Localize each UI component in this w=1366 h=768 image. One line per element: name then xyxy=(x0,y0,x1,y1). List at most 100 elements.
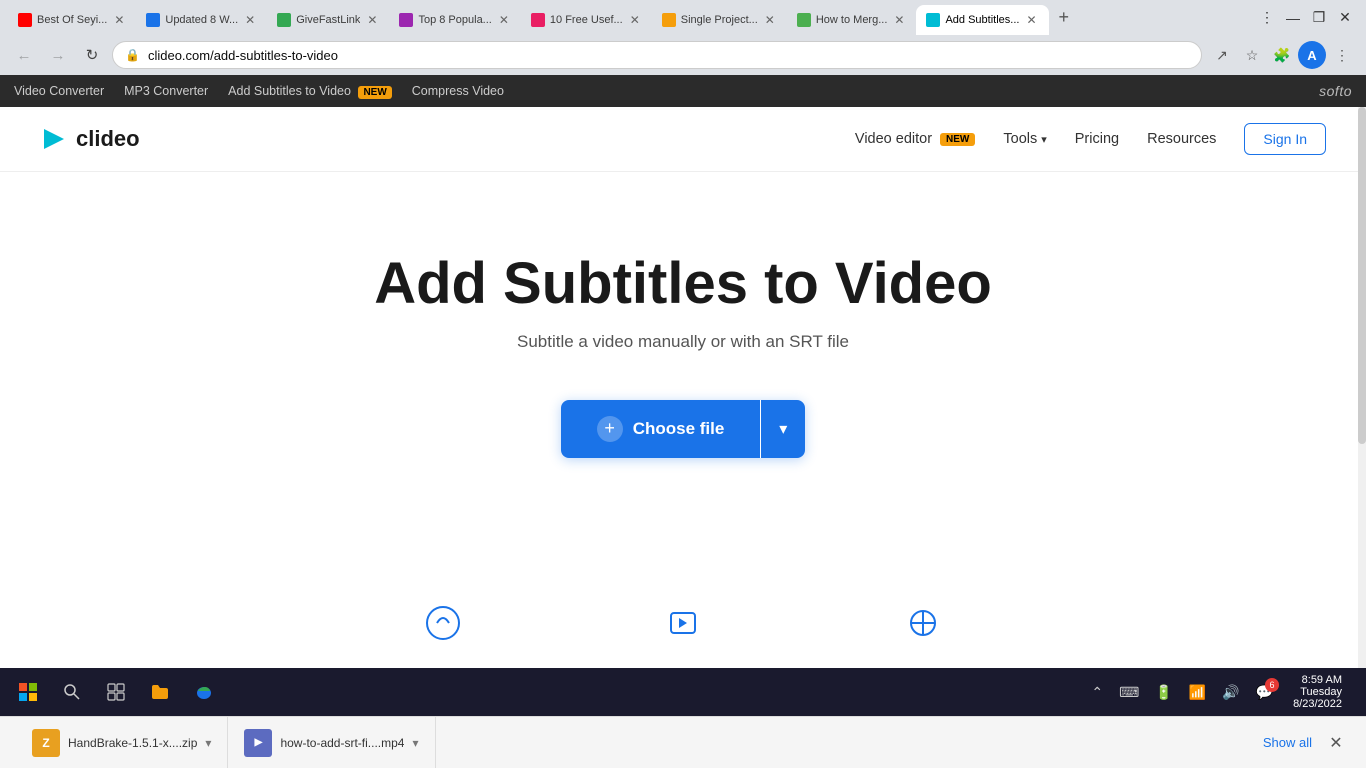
clideo-logo[interactable]: clideo xyxy=(40,125,140,153)
tab-favicon-5 xyxy=(531,13,545,27)
downloads-bar: Z HandBrake-1.5.1-x....zip ▾ ▶ how-to-ad… xyxy=(0,716,1366,768)
tab-close-3[interactable]: ✕ xyxy=(365,11,379,29)
clock-time: 8:59 AM xyxy=(1293,674,1342,686)
browser-tab-4[interactable]: Top 8 Popula... ✕ xyxy=(389,5,520,35)
download-name-2: how-to-add-srt-fi....mp4 xyxy=(280,736,404,750)
zip-icon: Z xyxy=(32,729,60,757)
tab-label-4: Top 8 Popula... xyxy=(418,14,491,26)
tab-favicon-4 xyxy=(399,13,413,27)
tab-close-6[interactable]: ✕ xyxy=(763,11,777,29)
page-title: Add Subtitles to Video xyxy=(374,252,992,316)
extensions-button[interactable]: 🧩 xyxy=(1268,41,1296,69)
choose-file-container: + Choose file ▾ xyxy=(561,400,806,458)
choose-file-button[interactable]: + Choose file xyxy=(561,400,761,458)
browser-tab-3[interactable]: GiveFastLink ✕ xyxy=(267,5,389,35)
chrome-close-button[interactable]: ✕ xyxy=(1332,5,1358,31)
browser-tab-5[interactable]: 10 Free Usef... ✕ xyxy=(521,5,652,35)
windows-logo-icon xyxy=(18,682,38,702)
tab-close-2[interactable]: ✕ xyxy=(243,11,257,29)
download-name-1: HandBrake-1.5.1-x....zip xyxy=(68,736,197,750)
keyboard-icon[interactable]: ⌨ xyxy=(1115,680,1143,705)
clock-date: 8/23/2022 xyxy=(1293,698,1342,710)
profile-button[interactable]: A xyxy=(1298,41,1326,69)
scrollbar[interactable] xyxy=(1358,107,1366,668)
chrome-minimize-button[interactable]: — xyxy=(1280,5,1306,31)
nav-tools[interactable]: Tools ▾ xyxy=(1003,131,1046,147)
browser-tab-1[interactable]: Best Of Seyi... ✕ xyxy=(8,5,136,35)
feature-icon-3 xyxy=(903,603,943,648)
chrome-more-button[interactable]: ⋮ xyxy=(1254,5,1280,31)
download-item-1[interactable]: Z HandBrake-1.5.1-x....zip ▾ xyxy=(16,717,228,768)
taskbar-search-button[interactable] xyxy=(52,672,92,712)
chrome-menu-button[interactable]: ⋮ xyxy=(1328,41,1356,69)
url-text: clideo.com/add-subtitles-to-video xyxy=(148,48,1189,63)
tab-label-8: Add Subtitles... xyxy=(945,14,1019,26)
tab-favicon-7 xyxy=(797,13,811,27)
tools-chevron-icon: ▾ xyxy=(1041,133,1047,146)
chrome-maximize-button[interactable]: ❐ xyxy=(1306,5,1332,31)
address-bar-row: ← → ↻ 🔒 clideo.com/add-subtitles-to-vide… xyxy=(0,35,1366,75)
downloads-close-button[interactable]: ✕ xyxy=(1322,729,1350,757)
file-explorer-button[interactable] xyxy=(140,672,180,712)
nav-video-editor[interactable]: Video editor NEW xyxy=(855,131,975,147)
tab-label-1: Best Of Seyi... xyxy=(37,14,107,26)
site-wrapper: clideo Video editor NEW Tools ▾ Pricing … xyxy=(0,107,1366,668)
download-item-2[interactable]: ▶ how-to-add-srt-fi....mp4 ▾ xyxy=(228,717,435,768)
address-bar-actions: ↗ ☆ 🧩 A ⋮ xyxy=(1208,41,1356,69)
tray-chevron-icon[interactable]: ⌃ xyxy=(1087,680,1107,705)
refresh-button[interactable]: ↻ xyxy=(78,41,106,69)
add-subtitles-new-badge: NEW xyxy=(358,86,391,99)
tab-favicon-3 xyxy=(277,13,291,27)
softo-compress-video[interactable]: Compress Video xyxy=(412,84,504,98)
video-editor-badge: NEW xyxy=(940,133,975,146)
share-button[interactable]: ↗ xyxy=(1208,41,1236,69)
nav-pricing[interactable]: Pricing xyxy=(1075,131,1119,147)
page-subtitle: Subtitle a video manually or with an SRT… xyxy=(517,332,849,352)
tab-close-5[interactable]: ✕ xyxy=(628,11,642,29)
new-tab-button[interactable]: + xyxy=(1053,7,1076,28)
task-view-button[interactable] xyxy=(96,672,136,712)
plus-icon: + xyxy=(597,416,623,442)
browser-tab-2[interactable]: Updated 8 W... ✕ xyxy=(136,5,267,35)
download-chevron-2[interactable]: ▾ xyxy=(412,736,418,750)
tab-label-6: Single Project... xyxy=(681,14,758,26)
back-button[interactable]: ← xyxy=(10,41,38,69)
download-chevron-1[interactable]: ▾ xyxy=(205,736,211,750)
browser-tab-6[interactable]: Single Project... ✕ xyxy=(652,5,787,35)
browser-tab-8[interactable]: Add Subtitles... ✕ xyxy=(916,5,1048,35)
bookmark-button[interactable]: ☆ xyxy=(1238,41,1266,69)
volume-icon[interactable]: 🔊 xyxy=(1218,680,1243,705)
mp4-icon: ▶ xyxy=(244,729,272,757)
softo-mp3-converter[interactable]: MP3 Converter xyxy=(124,84,208,98)
notification-icon[interactable]: 💬 xyxy=(1252,680,1277,705)
tab-favicon-1 xyxy=(18,13,32,27)
dropdown-chevron-icon: ▾ xyxy=(779,419,787,439)
system-clock[interactable]: 8:59 AM Tuesday 8/23/2022 xyxy=(1285,670,1350,714)
edge-icon xyxy=(195,683,213,701)
lock-icon: 🔒 xyxy=(125,48,140,62)
browser-tab-7[interactable]: How to Merg... ✕ xyxy=(787,5,917,35)
search-icon xyxy=(63,683,81,701)
feature-icons-row xyxy=(0,603,1366,648)
tab-label-3: GiveFastLink xyxy=(296,14,360,26)
choose-file-dropdown-button[interactable]: ▾ xyxy=(761,400,805,458)
softo-add-subtitles[interactable]: Add Subtitles to Video NEW xyxy=(228,84,392,98)
battery-icon[interactable]: 🔋 xyxy=(1151,680,1176,705)
wifi-icon[interactable]: 📶 xyxy=(1185,680,1210,705)
tab-close-4[interactable]: ✕ xyxy=(497,11,511,29)
sign-in-button[interactable]: Sign In xyxy=(1244,123,1326,155)
tab-close-1[interactable]: ✕ xyxy=(112,11,126,29)
chrome-tab-bar: Best Of Seyi... ✕ Updated 8 W... ✕ GiveF… xyxy=(0,0,1366,35)
tab-close-8[interactable]: ✕ xyxy=(1024,11,1038,29)
clock-day: Tuesday xyxy=(1293,686,1342,698)
softo-video-converter[interactable]: Video Converter xyxy=(14,84,104,98)
tab-label-5: 10 Free Usef... xyxy=(550,14,623,26)
scrollbar-thumb[interactable] xyxy=(1358,107,1366,444)
nav-resources[interactable]: Resources xyxy=(1147,131,1216,147)
edge-button[interactable] xyxy=(184,672,224,712)
start-button[interactable] xyxy=(8,672,48,712)
tab-close-7[interactable]: ✕ xyxy=(892,11,906,29)
forward-button[interactable]: → xyxy=(44,41,72,69)
show-all-button[interactable]: Show all xyxy=(1253,729,1322,756)
address-bar[interactable]: 🔒 clideo.com/add-subtitles-to-video xyxy=(112,41,1202,69)
